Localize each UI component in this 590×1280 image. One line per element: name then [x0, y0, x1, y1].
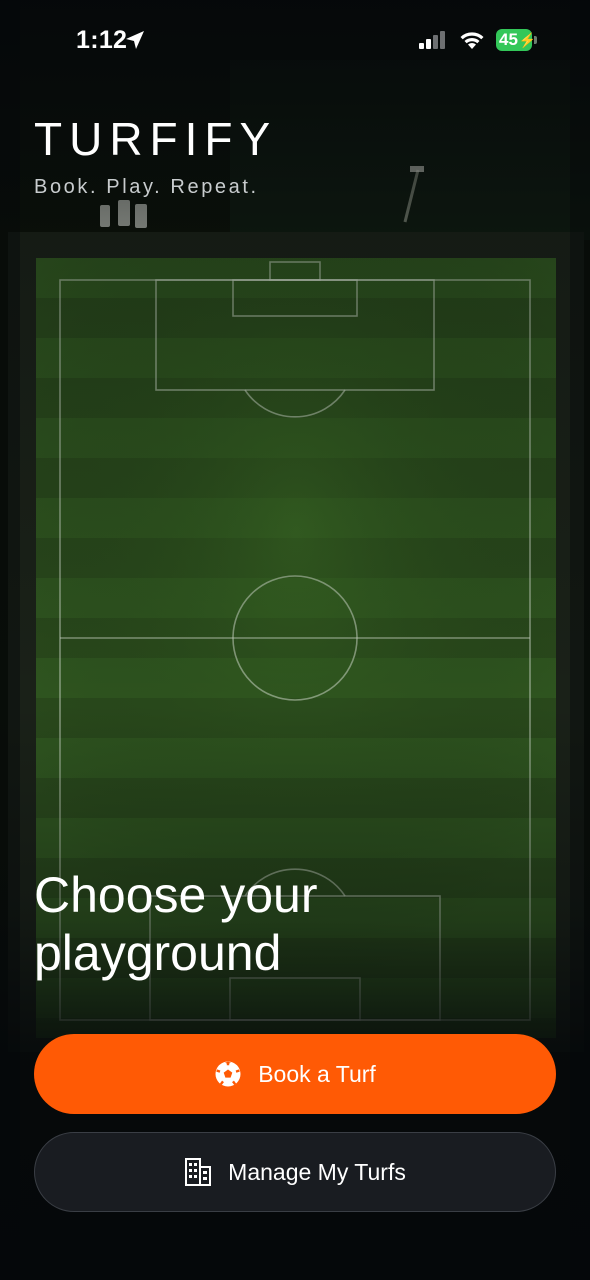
soccer-ball-icon [214, 1060, 242, 1088]
book-turf-label: Book a Turf [258, 1060, 376, 1087]
hero-headline-line2: playground [34, 925, 282, 981]
app-tagline: Book. Play. Repeat. [34, 176, 259, 198]
app-brand-title: TURFIFY [34, 113, 278, 165]
battery-tip [534, 36, 537, 44]
hero-headline: Choose your playground [34, 866, 514, 982]
battery-level: 45 [499, 30, 518, 49]
cellular-signal-icon [419, 31, 445, 49]
book-turf-button[interactable]: Book a Turf [34, 1034, 556, 1114]
status-bar: 1:12 45 ⚡ [0, 0, 590, 80]
wifi-icon [460, 32, 484, 49]
welcome-screen: 1:12 45 ⚡ TURFIFY Book. Play. Repeat. Cho… [0, 0, 590, 1280]
building-icon [184, 1157, 212, 1187]
battery-icon: 45 ⚡ [496, 29, 536, 51]
manage-turfs-label: Manage My Turfs [228, 1158, 406, 1185]
hero-headline-line1: Choose your [34, 867, 318, 923]
status-time: 1:12 [76, 26, 128, 54]
manage-turfs-button[interactable]: Manage My Turfs [34, 1132, 556, 1212]
location-arrow-icon [126, 31, 144, 49]
